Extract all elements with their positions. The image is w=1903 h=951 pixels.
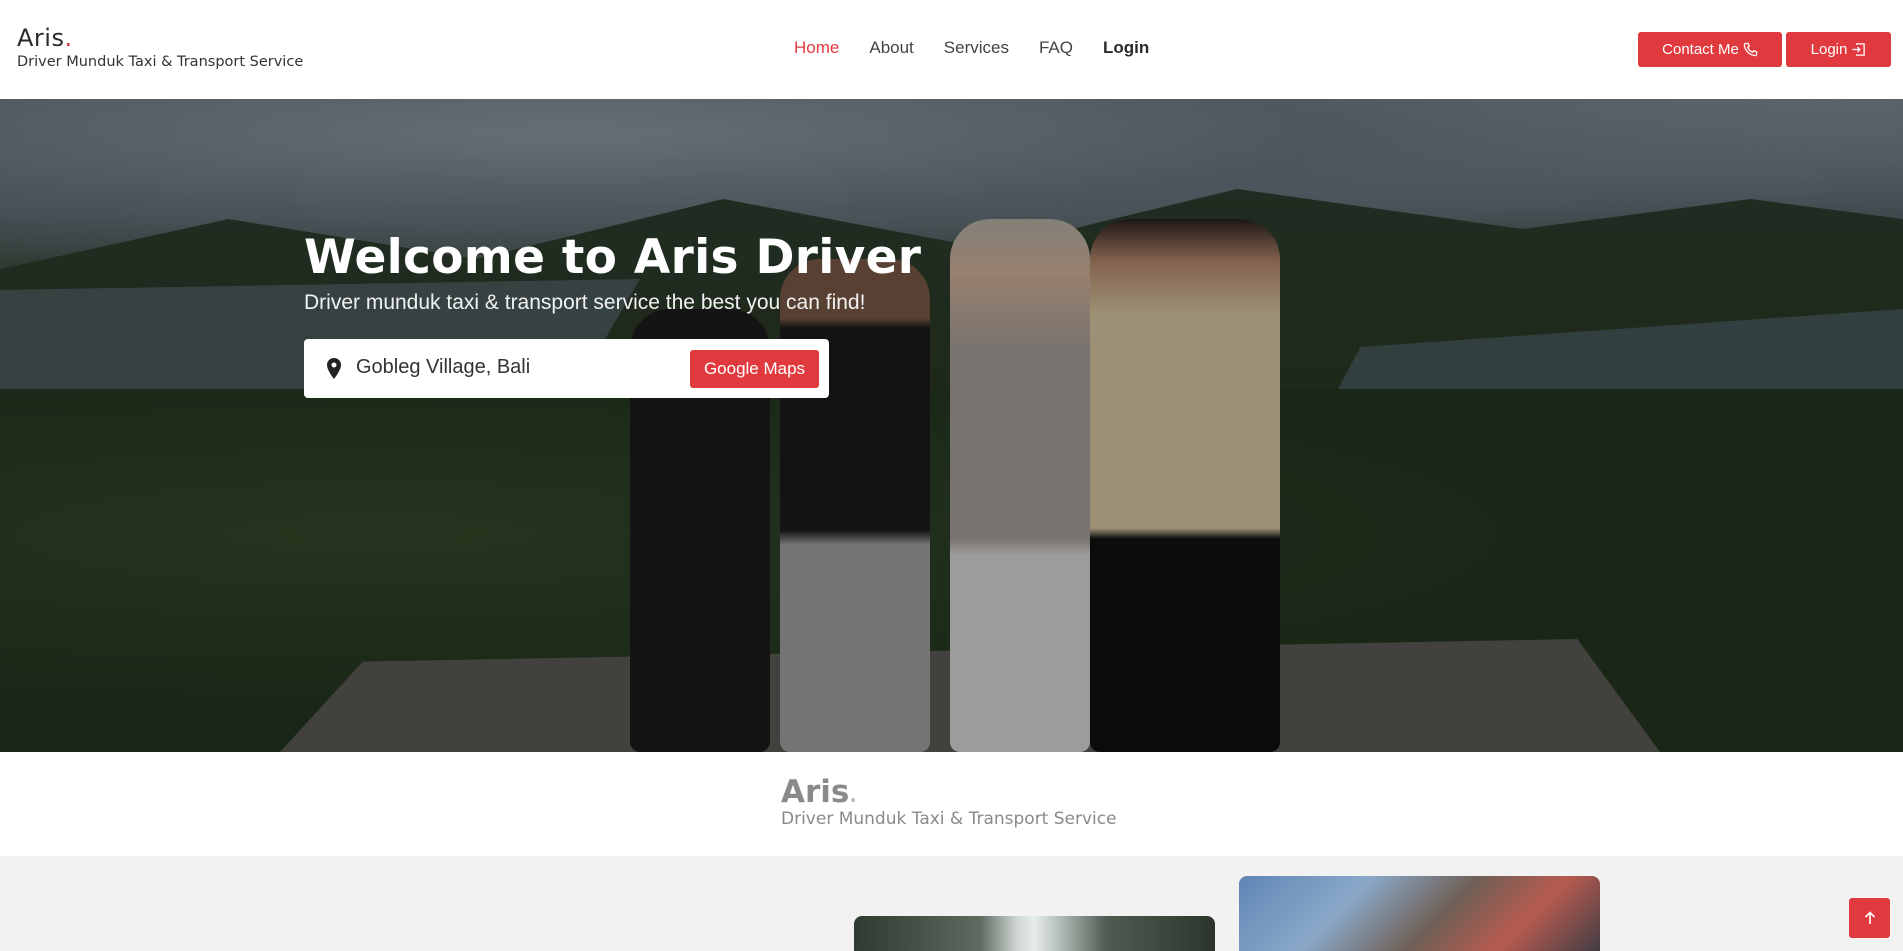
nav-about[interactable]: About (869, 38, 913, 58)
login-label: Login (1810, 41, 1848, 58)
brand-section-tagline: Driver Munduk Taxi & Transport Service (781, 809, 1117, 829)
gallery-image-group (1239, 876, 1600, 951)
map-pin-icon (327, 358, 341, 379)
hero-title: Welcome to Aris Driver (304, 230, 922, 285)
location-text: Gobleg Village, Bali (356, 356, 531, 378)
arrow-up-icon (1864, 911, 1875, 924)
login-icon (1852, 43, 1866, 56)
hero-overlay (0, 99, 1903, 752)
brand-name: Aris (17, 24, 65, 52)
brand-section-name: Aris. (781, 774, 857, 810)
location-box: Gobleg Village, Bali Google Maps (304, 339, 829, 398)
site-header: Aris. Driver Munduk Taxi & Transport Ser… (0, 0, 1903, 99)
google-maps-button[interactable]: Google Maps (690, 350, 819, 388)
nav-home[interactable]: Home (794, 38, 839, 58)
hero-section: Welcome to Aris Driver Driver munduk tax… (0, 99, 1903, 752)
brand-dot: . (64, 24, 73, 52)
phone-icon (1743, 42, 1758, 57)
brand-tagline: Driver Munduk Taxi & Transport Service (17, 54, 304, 70)
brand-logo[interactable]: Aris. Driver Munduk Taxi & Transport Ser… (17, 24, 303, 70)
brand-section-name-text: Aris (781, 774, 850, 810)
nav-services[interactable]: Services (944, 38, 1009, 58)
scroll-to-top-button[interactable] (1849, 898, 1890, 938)
brand-section-dot: . (849, 783, 857, 807)
gallery-image-waterfall (854, 916, 1215, 951)
contact-me-label: Contact Me (1662, 41, 1739, 58)
main-nav: Home About Services FAQ Login (794, 38, 1179, 58)
nav-faq[interactable]: FAQ (1039, 38, 1073, 58)
contact-me-button[interactable]: Contact Me (1638, 32, 1782, 67)
brand-section: Aris. Driver Munduk Taxi & Transport Ser… (0, 752, 1903, 856)
hero-subtitle: Driver munduk taxi & transport service t… (304, 291, 866, 314)
gallery-section (0, 856, 1903, 951)
login-button[interactable]: Login (1786, 32, 1891, 67)
nav-login[interactable]: Login (1103, 38, 1149, 58)
